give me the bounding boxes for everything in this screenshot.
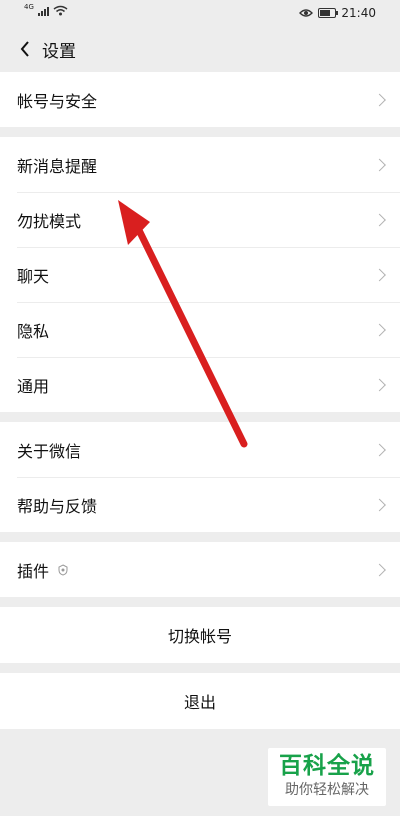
status-bar: 4G 21:40 (0, 0, 400, 26)
battery-icon (318, 8, 339, 18)
settings-item-privacy[interactable]: 隐私 (0, 302, 400, 357)
settings-item-label: 帮助与反馈 (17, 496, 98, 516)
title-bar: 设置 (0, 26, 400, 72)
plugin-shield-icon (58, 563, 68, 576)
switch-account-group: 切换帐号 (0, 607, 400, 663)
status-right: 21:40 (299, 6, 376, 20)
chevron-right-icon (373, 498, 386, 511)
settings-group-plugins: 插件 (0, 542, 400, 597)
status-left: 4G (24, 2, 68, 16)
logout-button[interactable]: 退出 (0, 673, 400, 729)
logout-group: 退出 (0, 673, 400, 729)
page-title: 设置 (42, 41, 76, 62)
chevron-right-icon (373, 268, 386, 281)
settings-item-plugins[interactable]: 插件 (0, 542, 400, 597)
settings-group-main: 新消息提醒 勿扰模式 聊天 隐私 通用 (0, 137, 400, 412)
watermark-subtitle: 助你轻松解决 (285, 782, 369, 798)
eye-icon (299, 9, 314, 17)
settings-item-label: 新消息提醒 (17, 156, 98, 176)
settings-group-about: 关于微信 帮助与反馈 (0, 422, 400, 532)
network-type-label: 4G (24, 2, 34, 11)
settings-item-label: 通用 (17, 376, 50, 396)
settings-item-label: 帐号与安全 (17, 91, 98, 111)
wifi-icon (53, 5, 68, 16)
settings-item-label: 关于微信 (17, 441, 82, 461)
settings-item-do-not-disturb[interactable]: 勿扰模式 (0, 192, 400, 247)
chevron-right-icon (373, 563, 386, 576)
chevron-right-icon (373, 323, 386, 336)
settings-item-new-message-notifications[interactable]: 新消息提醒 (0, 137, 400, 192)
settings-item-label: 隐私 (17, 321, 50, 341)
switch-account-button[interactable]: 切换帐号 (0, 607, 400, 663)
settings-item-label: 勿扰模式 (17, 211, 82, 231)
signal-icon (37, 6, 49, 16)
status-time: 21:40 (341, 6, 376, 20)
settings-item-chat[interactable]: 聊天 (0, 247, 400, 302)
chevron-right-icon (373, 213, 386, 226)
settings-item-help-feedback[interactable]: 帮助与反馈 (0, 477, 400, 532)
settings-item-about-wechat[interactable]: 关于微信 (0, 422, 400, 477)
watermark: 百科全说 助你轻松解决 (268, 748, 386, 806)
settings-item-label: 聊天 (17, 266, 50, 286)
chevron-right-icon (373, 158, 386, 171)
watermark-title: 百科全说 (279, 753, 375, 779)
settings-item-label: 插件 (17, 561, 50, 581)
settings-group-account: 帐号与安全 (0, 72, 400, 127)
chevron-right-icon (373, 443, 386, 456)
settings-item-general[interactable]: 通用 (0, 357, 400, 412)
back-chevron-icon[interactable] (14, 38, 36, 60)
settings-item-account-security[interactable]: 帐号与安全 (0, 72, 400, 127)
chevron-right-icon (373, 378, 386, 391)
chevron-right-icon (373, 93, 386, 106)
